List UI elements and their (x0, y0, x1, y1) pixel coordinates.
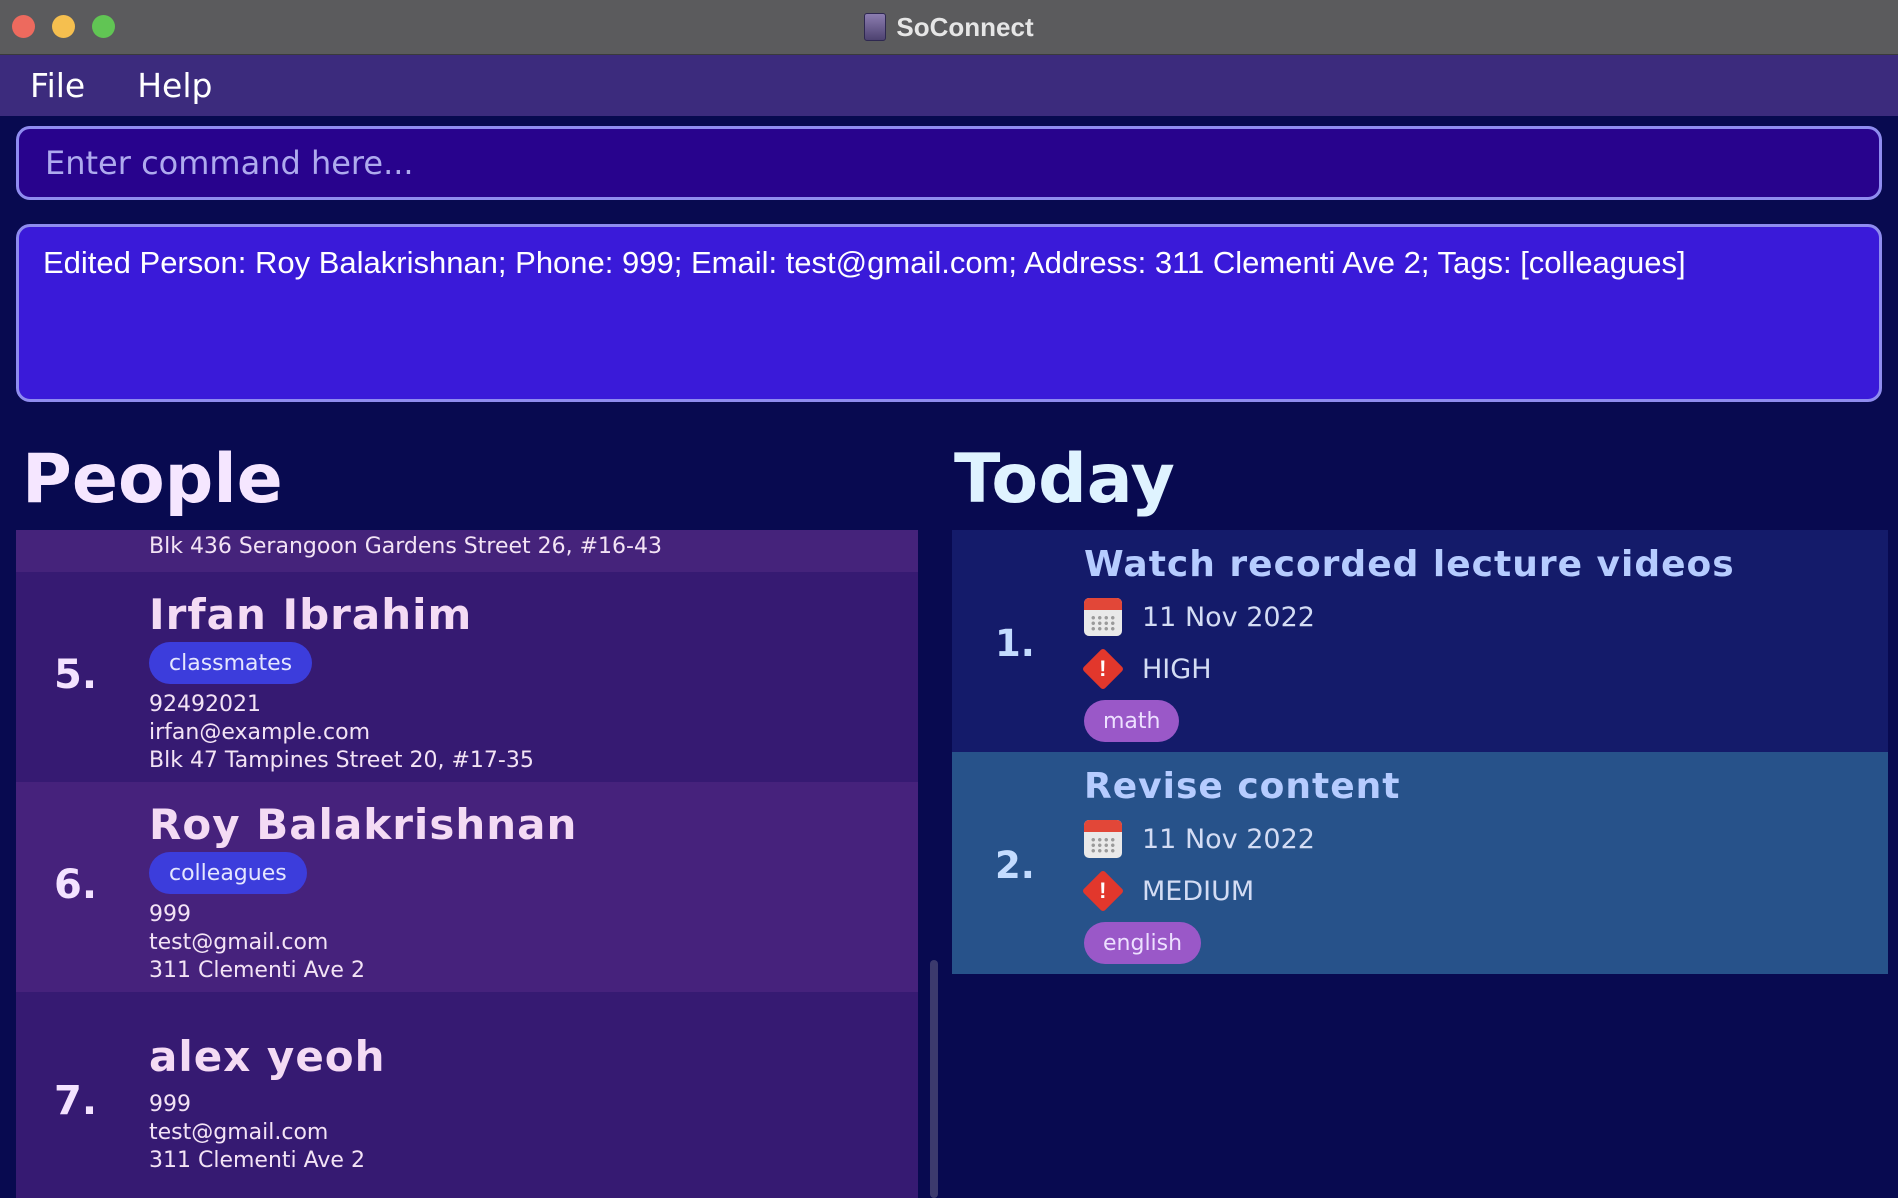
priority-warning-icon: ! (1081, 869, 1125, 913)
people-scrollbar-thumb[interactable] (930, 960, 938, 1198)
task-date: 11 Nov 2022 (1142, 823, 1315, 855)
task-card[interactable]: 1. Watch recorded lecture videos 11 Nov … (952, 530, 1888, 752)
result-display: Edited Person: Roy Balakrishnan; Phone: … (16, 224, 1882, 402)
task-title: Watch recorded lecture videos (1084, 544, 1735, 585)
task-index: 1. (995, 622, 1035, 665)
task-date-row: 11 Nov 2022 (1084, 820, 1315, 858)
person-phone: 92492021 (149, 692, 261, 717)
person-email: test@gmail.com (149, 930, 329, 955)
person-card[interactable]: 6. Roy Balakrishnan colleagues 999 test@… (16, 782, 918, 992)
task-title: Revise content (1084, 766, 1401, 807)
person-card[interactable]: 5. Irfan Ibrahim classmates 92492021 irf… (16, 572, 918, 782)
priority-warning-icon: ! (1081, 647, 1125, 691)
app-icon (864, 13, 887, 41)
task-tag: english (1084, 922, 1202, 964)
task-date: 11 Nov 2022 (1142, 601, 1315, 633)
person-tag: classmates (149, 642, 313, 684)
today-heading: Today (954, 440, 1175, 519)
person-address: 311 Clementi Ave 2 (149, 1148, 365, 1173)
result-text: Edited Person: Roy Balakrishnan; Phone: … (43, 245, 1686, 280)
person-address: Blk 436 Serangoon Gardens Street 26, #16… (149, 534, 662, 559)
menu-help[interactable]: Help (137, 66, 212, 105)
person-phone: 999 (149, 902, 191, 927)
menu-bar: File Help (0, 55, 1898, 116)
person-name: alex yeoh (149, 1032, 386, 1081)
calendar-icon (1084, 820, 1122, 858)
people-scrollbar[interactable] (928, 960, 940, 1198)
person-address: 311 Clementi Ave 2 (149, 958, 365, 983)
person-phone: 999 (149, 1092, 191, 1117)
task-tag: math (1084, 700, 1180, 742)
task-priority: MEDIUM (1142, 875, 1255, 907)
person-email: test@gmail.com (149, 1120, 329, 1145)
task-priority-row: ! MEDIUM (1081, 869, 1255, 913)
people-heading: People (22, 440, 283, 519)
command-input[interactable] (45, 144, 1879, 182)
task-card[interactable]: 2. Revise content 11 Nov 2022 ! MEDIUM e… (952, 752, 1888, 974)
person-index: 5. (54, 652, 98, 698)
task-index: 2. (995, 844, 1035, 887)
person-address: Blk 47 Tampines Street 20, #17-35 (149, 748, 534, 773)
person-card[interactable]: 7. alex yeoh 999 test@gmail.com 311 Clem… (16, 992, 918, 1198)
command-box (16, 126, 1882, 200)
task-date-row: 11 Nov 2022 (1084, 598, 1315, 636)
calendar-icon (1084, 598, 1122, 636)
task-priority: HIGH (1142, 653, 1212, 685)
person-tag: colleagues (149, 852, 307, 894)
person-name: Irfan Ibrahim (149, 590, 473, 639)
person-index: 7. (54, 1078, 98, 1124)
person-card[interactable]: Blk 436 Serangoon Gardens Street 26, #16… (16, 530, 918, 572)
task-priority-row: ! HIGH (1081, 647, 1212, 691)
person-index: 6. (54, 862, 98, 908)
person-name: Roy Balakrishnan (149, 800, 578, 849)
window-title: SoConnect (896, 11, 1034, 42)
window-title-area: SoConnect (0, 0, 1898, 54)
window-title-bar: SoConnect (0, 0, 1898, 55)
people-list[interactable]: Blk 436 Serangoon Gardens Street 26, #16… (16, 530, 918, 1198)
person-email: irfan@example.com (149, 720, 370, 745)
menu-file[interactable]: File (30, 66, 85, 105)
